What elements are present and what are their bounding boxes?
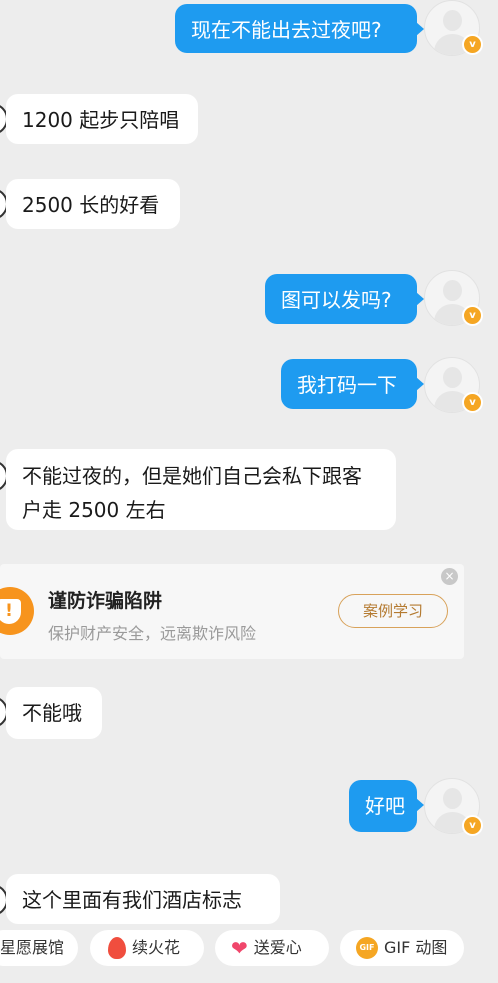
message-bubble-incoming[interactable]: 不能哦 xyxy=(6,687,102,739)
shortcut-chip-continue-spark[interactable]: 续火花 xyxy=(90,930,204,966)
close-icon[interactable]: × xyxy=(441,568,458,585)
message-bubble-outgoing[interactable]: 我打码一下 xyxy=(281,359,424,409)
default-avatar-head xyxy=(443,280,462,301)
message-bubble-incoming[interactable]: 这个里面有我们酒店标志 xyxy=(6,874,280,924)
gif-icon: GIF xyxy=(356,936,378,959)
fraud-warning-title: 谨防诈骗陷阱 xyxy=(48,590,163,612)
fraud-warning-subtitle: 保护财产安全，远离欺诈风险 xyxy=(48,624,257,643)
warning-shield-icon: ! xyxy=(0,587,34,635)
heart-icon: ❤ xyxy=(231,935,248,960)
case-study-button[interactable]: 案例学习 xyxy=(338,594,448,628)
exclamation-icon: ! xyxy=(0,599,21,624)
shortcut-label: 续火花 xyxy=(132,938,181,957)
fire-icon xyxy=(108,936,126,959)
message-bubble-incoming[interactable]: 2500 长的好看 xyxy=(6,179,180,229)
shortcut-label: 星愿展馆 xyxy=(0,938,65,957)
verified-badge-icon: v xyxy=(462,815,483,836)
message-bubble-outgoing[interactable]: 好吧 xyxy=(349,780,424,832)
fraud-warning-card: ! 谨防诈骗陷阱 保护财产安全，远离欺诈风险 案例学习 xyxy=(0,564,464,659)
default-avatar-head xyxy=(443,788,462,809)
default-avatar-head xyxy=(443,367,462,388)
message-bubble-incoming[interactable]: 1200 起步只陪唱 xyxy=(6,94,198,144)
default-avatar-head xyxy=(443,10,462,31)
shortcut-chip-star-wish-gallery[interactable]: 星愿展馆 xyxy=(0,930,78,966)
message-bubble-outgoing[interactable]: 现在不能出去过夜吧? xyxy=(175,4,424,53)
verified-badge-icon: v xyxy=(462,34,483,55)
shortcut-chip-send-love[interactable]: ❤ 送爱心 xyxy=(215,930,329,966)
message-bubble-incoming[interactable]: 不能过夜的，但是她们自己会私下跟客户走 2500 左右 xyxy=(6,449,396,530)
verified-badge-icon: v xyxy=(462,305,483,326)
shortcut-chip-gif[interactable]: GIF GIF 动图 xyxy=(340,930,464,966)
verified-badge-icon: v xyxy=(462,392,483,413)
message-bubble-outgoing[interactable]: 图可以发吗? xyxy=(265,274,424,324)
shortcut-label: GIF 动图 xyxy=(384,938,448,957)
shortcut-label: 送爱心 xyxy=(253,938,302,957)
